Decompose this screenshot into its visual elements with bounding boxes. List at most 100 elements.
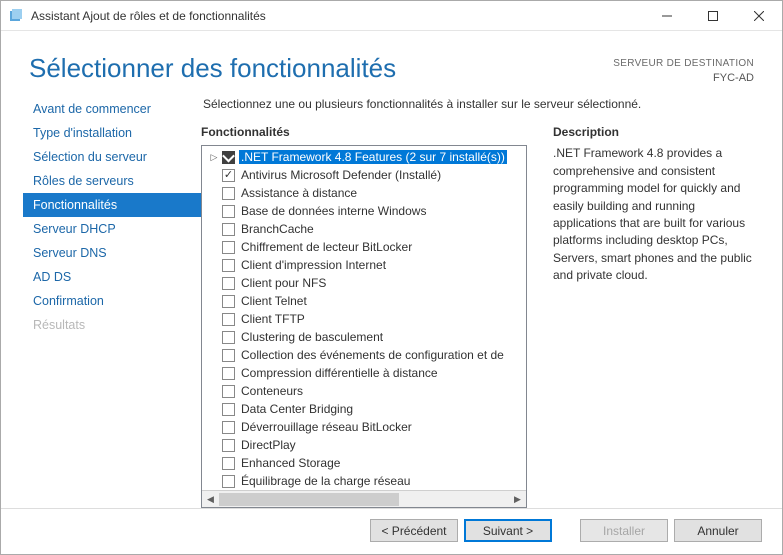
next-button[interactable]: Suivant >: [464, 519, 552, 542]
feature-label[interactable]: Client d'impression Internet: [239, 258, 388, 272]
feature-label[interactable]: Conteneurs: [239, 384, 305, 398]
sidebar-item[interactable]: Type d'installation: [23, 121, 201, 145]
sidebar-item[interactable]: Fonctionnalités: [23, 193, 201, 217]
feature-row[interactable]: Compression différentielle à distance: [208, 364, 524, 382]
features-column: Fonctionnalités ▷ .NET Framework 4.8 Feat…: [201, 125, 527, 508]
content-columns: Fonctionnalités ▷ .NET Framework 4.8 Feat…: [201, 125, 762, 508]
feature-row[interactable]: DirectPlay: [208, 436, 524, 454]
feature-checkbox[interactable]: [222, 259, 235, 272]
feature-label[interactable]: Antivirus Microsoft Defender (Installé): [239, 168, 443, 182]
sidebar-item[interactable]: Confirmation: [23, 289, 201, 313]
feature-checkbox[interactable]: [222, 385, 235, 398]
feature-label[interactable]: Assistance à distance: [239, 186, 359, 200]
sidebar-item[interactable]: AD DS: [23, 265, 201, 289]
horizontal-scrollbar[interactable]: ◀ ▶: [202, 490, 526, 507]
window-title: Assistant Ajout de rôles et de fonctionn…: [31, 9, 266, 23]
close-button[interactable]: [736, 1, 782, 31]
sidebar-item[interactable]: Sélection du serveur: [23, 145, 201, 169]
features-tree-scroll[interactable]: ▷ .NET Framework 4.8 Features (2 sur 7 in…: [202, 146, 526, 490]
feature-checkbox[interactable]: [222, 223, 235, 236]
feature-checkbox[interactable]: [222, 457, 235, 470]
feature-checkbox[interactable]: [222, 475, 235, 488]
feature-label[interactable]: Data Center Bridging: [239, 402, 355, 416]
sidebar-item[interactable]: Rôles de serveurs: [23, 169, 201, 193]
feature-checkbox[interactable]: [222, 169, 235, 182]
feature-row[interactable]: Enhanced Storage: [208, 454, 524, 472]
sidebar-item: Résultats: [23, 313, 201, 337]
feature-row[interactable]: Client TFTP: [208, 310, 524, 328]
app-icon: [9, 8, 25, 24]
feature-row[interactable]: ▷ .NET Framework 4.8 Features (2 sur 7 in…: [208, 148, 524, 166]
footer-buttons: < Précédent Suivant > Installer Annuler: [1, 508, 782, 554]
previous-button[interactable]: < Précédent: [370, 519, 458, 542]
feature-label[interactable]: DirectPlay: [239, 438, 298, 452]
feature-label[interactable]: Client pour NFS: [239, 276, 328, 290]
main-column: Sélectionnez une ou plusieurs fonctionna…: [201, 93, 762, 508]
feature-label[interactable]: Client Telnet: [239, 294, 309, 308]
page-title: Sélectionner des fonctionnalités: [29, 53, 613, 84]
feature-checkbox[interactable]: [222, 277, 235, 290]
feature-row[interactable]: BranchCache: [208, 220, 524, 238]
wizard-sidebar: Avant de commencerType d'installationSél…: [1, 93, 201, 508]
feature-label[interactable]: Collection des événements de configurati…: [239, 348, 506, 362]
feature-label[interactable]: Chiffrement de lecteur BitLocker: [239, 240, 414, 254]
feature-row[interactable]: Chiffrement de lecteur BitLocker: [208, 238, 524, 256]
feature-label[interactable]: Équilibrage de la charge réseau: [239, 474, 412, 488]
feature-row[interactable]: Conteneurs: [208, 382, 524, 400]
feature-checkbox[interactable]: [222, 367, 235, 380]
feature-checkbox[interactable]: [222, 313, 235, 326]
destination-value: FYC-AD: [613, 71, 754, 86]
destination-label: SERVEUR DE DESTINATION: [613, 57, 754, 71]
feature-row[interactable]: Base de données interne Windows: [208, 202, 524, 220]
feature-label[interactable]: Client TFTP: [239, 312, 307, 326]
feature-checkbox[interactable]: [222, 187, 235, 200]
feature-label[interactable]: Compression différentielle à distance: [239, 366, 440, 380]
feature-row[interactable]: Assistance à distance: [208, 184, 524, 202]
feature-row[interactable]: Client Telnet: [208, 292, 524, 310]
destination-block: SERVEUR DE DESTINATION FYC-AD: [613, 53, 754, 85]
features-heading: Fonctionnalités: [201, 125, 527, 145]
sidebar-item[interactable]: Avant de commencer: [23, 97, 201, 121]
intro-text: Sélectionnez une ou plusieurs fonctionna…: [201, 97, 762, 125]
minimize-button[interactable]: [644, 1, 690, 31]
feature-row[interactable]: Antivirus Microsoft Defender (Installé): [208, 166, 524, 184]
feature-row[interactable]: Clustering de basculement: [208, 328, 524, 346]
description-text: .NET Framework 4.8 provides a comprehens…: [553, 145, 762, 284]
feature-row[interactable]: Déverrouillage réseau BitLocker: [208, 418, 524, 436]
wizard-window: Assistant Ajout de rôles et de fonctionn…: [0, 0, 783, 555]
scroll-left-icon[interactable]: ◀: [202, 491, 219, 508]
feature-label[interactable]: BranchCache: [239, 222, 316, 236]
body-area: Avant de commencerType d'installationSél…: [1, 93, 782, 508]
feature-checkbox[interactable]: [222, 151, 235, 164]
scroll-right-icon[interactable]: ▶: [509, 491, 526, 508]
feature-label[interactable]: Déverrouillage réseau BitLocker: [239, 420, 414, 434]
feature-checkbox[interactable]: [222, 403, 235, 416]
header-area: Sélectionner des fonctionnalités SERVEUR…: [1, 31, 782, 93]
feature-label[interactable]: Base de données interne Windows: [239, 204, 428, 218]
feature-checkbox[interactable]: [222, 241, 235, 254]
install-button: Installer: [580, 519, 668, 542]
cancel-button[interactable]: Annuler: [674, 519, 762, 542]
feature-row[interactable]: Collection des événements de configurati…: [208, 346, 524, 364]
maximize-button[interactable]: [690, 1, 736, 31]
feature-checkbox[interactable]: [222, 205, 235, 218]
feature-checkbox[interactable]: [222, 439, 235, 452]
feature-row[interactable]: Client pour NFS: [208, 274, 524, 292]
titlebar: Assistant Ajout de rôles et de fonctionn…: [1, 1, 782, 31]
feature-label[interactable]: Enhanced Storage: [239, 456, 342, 470]
features-tree: ▷ .NET Framework 4.8 Features (2 sur 7 in…: [201, 145, 527, 508]
description-heading: Description: [553, 125, 762, 145]
expand-collapsed-icon[interactable]: ▷: [208, 151, 220, 163]
sidebar-item[interactable]: Serveur DNS: [23, 241, 201, 265]
feature-label[interactable]: .NET Framework 4.8 Features (2 sur 7 ins…: [239, 150, 507, 164]
feature-checkbox[interactable]: [222, 331, 235, 344]
feature-checkbox[interactable]: [222, 295, 235, 308]
feature-row[interactable]: Data Center Bridging: [208, 400, 524, 418]
feature-row[interactable]: Client d'impression Internet: [208, 256, 524, 274]
feature-row[interactable]: Équilibrage de la charge réseau: [208, 472, 524, 490]
scroll-thumb[interactable]: [219, 493, 399, 506]
feature-checkbox[interactable]: [222, 421, 235, 434]
feature-label[interactable]: Clustering de basculement: [239, 330, 385, 344]
feature-checkbox[interactable]: [222, 349, 235, 362]
sidebar-item[interactable]: Serveur DHCP: [23, 217, 201, 241]
